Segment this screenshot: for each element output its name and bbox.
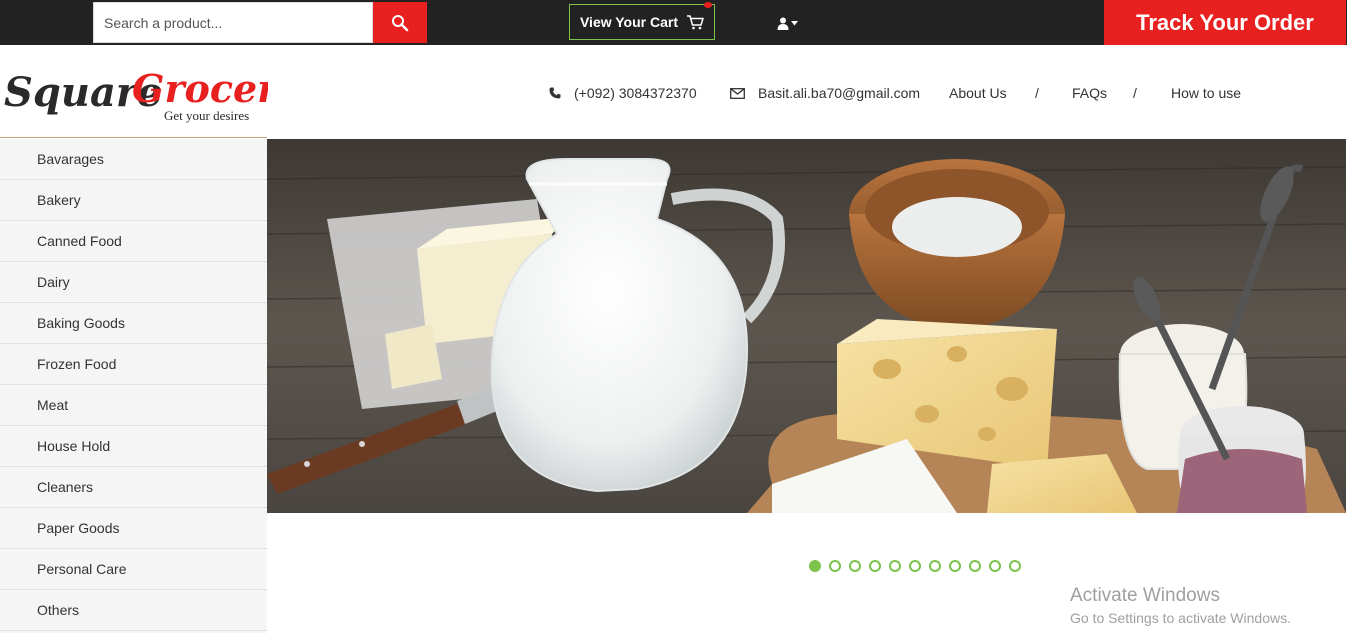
- hero-slide-image: [267, 139, 1346, 513]
- nav-separator: /: [1035, 85, 1039, 101]
- nav-how-to-use[interactable]: How to use: [1171, 84, 1241, 102]
- slider-dot[interactable]: [829, 560, 841, 572]
- nav-faqs[interactable]: FAQs: [1072, 84, 1107, 102]
- category-frozen-food[interactable]: Frozen Food: [0, 344, 267, 385]
- nav-separator: /: [1133, 85, 1137, 101]
- top-bar: View Your Cart Track Your Order: [0, 0, 1347, 45]
- email-address: Basit.ali.ba70@gmail.com: [758, 85, 921, 101]
- activation-watermark-title: Activate Windows: [1070, 585, 1220, 606]
- category-sidebar: Bavarages Bakery Canned Food Dairy Bakin…: [0, 139, 267, 633]
- slider-pagination: [809, 560, 1021, 572]
- slider-dot[interactable]: [929, 560, 941, 572]
- category-house-hold[interactable]: House Hold: [0, 426, 267, 467]
- track-order-button[interactable]: Track Your Order: [1104, 0, 1346, 45]
- category-bavarages[interactable]: Bavarages: [0, 139, 267, 180]
- slider-dot[interactable]: [889, 560, 901, 572]
- envelope-icon: [730, 87, 745, 99]
- slider-dot[interactable]: [949, 560, 961, 572]
- view-cart-button[interactable]: View Your Cart: [569, 2, 715, 40]
- phone-number: (+092) 3084372370: [574, 85, 697, 101]
- brand-tagline: Get your desires: [164, 108, 249, 123]
- category-cleaners[interactable]: Cleaners: [0, 467, 267, 508]
- brand-logo[interactable]: Square Grocery Get your desires: [2, 50, 268, 136]
- category-canned-food[interactable]: Canned Food: [0, 221, 267, 262]
- search-icon: [392, 14, 409, 31]
- shopping-cart-icon: [687, 15, 704, 30]
- track-order-label: Track Your Order: [1136, 9, 1314, 35]
- brand-word-2: Grocery: [132, 66, 268, 111]
- cart-count-badge: [704, 2, 712, 8]
- slider-dot[interactable]: [849, 560, 861, 572]
- search-button[interactable]: [373, 2, 427, 43]
- category-others[interactable]: Others: [0, 590, 267, 631]
- user-menu[interactable]: [777, 13, 803, 33]
- phone-icon: [549, 87, 561, 99]
- category-personal-care[interactable]: Personal Care: [0, 549, 267, 590]
- slider-dot[interactable]: [1009, 560, 1021, 572]
- category-dairy[interactable]: Dairy: [0, 262, 267, 303]
- category-paper-goods[interactable]: Paper Goods: [0, 508, 267, 549]
- header-email: Basit.ali.ba70@gmail.com: [730, 84, 920, 102]
- category-baking-goods[interactable]: Baking Goods: [0, 303, 267, 344]
- slider-dot[interactable]: [869, 560, 881, 572]
- search-input[interactable]: [93, 2, 373, 43]
- activation-watermark-subtitle: Go to Settings to activate Windows.: [1070, 610, 1291, 626]
- nav-about-us[interactable]: About Us: [949, 84, 1007, 102]
- cart-label: View Your Cart: [579, 14, 679, 30]
- caret-down-icon: [791, 20, 798, 25]
- slider-dot[interactable]: [969, 560, 981, 572]
- slider-dot[interactable]: [809, 560, 821, 572]
- user-icon: [777, 17, 789, 30]
- dairy-products-illustration: [267, 139, 1346, 513]
- slider-dot[interactable]: [909, 560, 921, 572]
- slider-dot[interactable]: [989, 560, 1001, 572]
- category-bakery[interactable]: Bakery: [0, 180, 267, 221]
- header: Square Grocery Get your desires (+092) 3…: [0, 45, 1347, 138]
- header-phone: (+092) 3084372370: [549, 84, 697, 102]
- category-meat[interactable]: Meat: [0, 385, 267, 426]
- header-divider: [0, 137, 267, 138]
